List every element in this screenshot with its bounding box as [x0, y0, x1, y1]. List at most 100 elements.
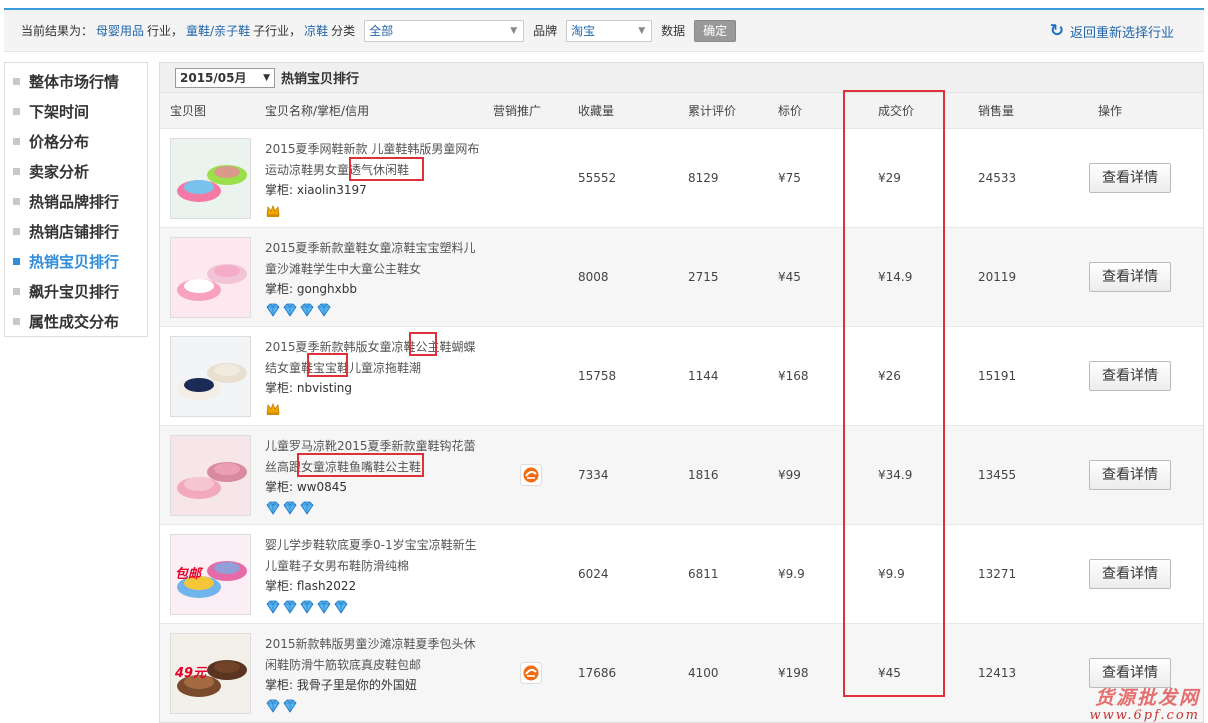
product-thumbnail[interactable]: 包邮	[170, 534, 251, 615]
bullet-icon	[13, 167, 20, 175]
highlight-box	[409, 332, 437, 356]
sidebar-item[interactable]: 飙升宝贝排行	[5, 276, 147, 306]
promo-icon[interactable]	[520, 464, 542, 486]
confirm-button[interactable]: 确定	[694, 19, 737, 42]
watermark-line2: www.6pf.com	[1089, 707, 1200, 723]
favorites-count: 17686	[578, 666, 617, 680]
category-link[interactable]: 凉鞋	[304, 22, 328, 39]
industry-link[interactable]: 母婴用品	[96, 22, 144, 39]
view-detail-button[interactable]: 查看详情	[1089, 658, 1171, 688]
sidebar-item-label: 属性成交分布	[29, 312, 120, 331]
shop-name: ww0845	[296, 480, 348, 494]
sidebar-item[interactable]: 下架时间	[5, 96, 147, 126]
brand-select-value: 淘宝	[571, 24, 596, 38]
sidebar-item[interactable]: 热销品牌排行	[5, 186, 147, 216]
subindustry-link[interactable]: 童鞋/亲子鞋	[186, 22, 250, 39]
sidebar-item[interactable]: 价格分布	[5, 126, 147, 156]
favorites-count: 7334	[578, 468, 609, 482]
highlight-box	[349, 157, 424, 181]
category-select[interactable]: 全部 ▼	[364, 19, 525, 42]
shop-prefix: 掌柜:	[265, 480, 297, 494]
view-detail-button[interactable]: 查看详情	[1089, 262, 1171, 292]
shop-name: gonghxbb	[296, 282, 357, 296]
sidebar-item-label: 整体市场行情	[29, 72, 120, 91]
favorites-count: 15758	[578, 369, 617, 383]
watermark-line1: 货源批发网	[1094, 686, 1200, 709]
product-thumbnail[interactable]	[170, 237, 251, 318]
product-thumbnail[interactable]	[170, 435, 251, 516]
back-link[interactable]: ↻ 返回重新选择行业	[1050, 10, 1174, 52]
table-row: 2015夏季网鞋新款 儿童鞋韩版男童网布运动凉鞋男女童透气休闲鞋 掌柜: xiao…	[160, 129, 1203, 228]
crown-icon	[265, 203, 281, 219]
highlight-deal-price-column	[843, 90, 945, 697]
view-detail-button[interactable]: 查看详情	[1089, 460, 1171, 490]
sidebar-item-label: 飙升宝贝排行	[29, 282, 120, 301]
product-name[interactable]: 2015夏季新款童鞋女童凉鞋宝宝塑料儿童沙滩鞋学生中大童公主鞋女	[265, 238, 485, 280]
sidebar-item[interactable]: 整体市场行情	[5, 66, 147, 96]
shop-owner: 掌柜: gonghxbb	[265, 280, 357, 297]
sales-count: 12413	[978, 666, 1017, 680]
favorites-count: 8008	[578, 270, 609, 284]
diamond-icon	[282, 302, 298, 318]
highlight-box	[307, 353, 348, 377]
shop-name: flash2022	[296, 579, 357, 593]
reviews-count: 1816	[688, 468, 719, 482]
bullet-icon	[13, 227, 20, 235]
view-detail-button[interactable]: 查看详情	[1089, 559, 1171, 589]
category-suffix: 分类	[331, 24, 356, 38]
col-image: 宝贝图	[170, 104, 207, 118]
bullet-icon	[13, 137, 20, 145]
table-row: 2015夏季新款童鞋女童凉鞋宝宝塑料儿童沙滩鞋学生中大童公主鞋女 掌柜: gong…	[160, 228, 1203, 327]
col-sales: 销售量	[978, 104, 1015, 118]
sidebar-item[interactable]: 卖家分析	[5, 156, 147, 186]
product-name[interactable]: 2015夏季新款韩版女童凉鞋公主鞋蝴蝶结女童鞋宝宝鞋儿童凉拖鞋潮	[265, 337, 485, 379]
panel-header: 2015/05月 ▼ 热销宝贝排行	[160, 63, 1203, 93]
category-select-value: 全部	[369, 24, 394, 38]
bullet-icon	[13, 107, 20, 115]
watermark: 货源批发网 www.6pf.com	[1089, 686, 1200, 723]
sidebar-item-label: 热销宝贝排行	[29, 252, 120, 271]
month-select[interactable]: 2015/05月 ▼	[175, 67, 275, 88]
sidebar-item[interactable]: 热销宝贝排行	[5, 246, 147, 276]
shop-prefix: 掌柜:	[265, 282, 297, 296]
bullet-icon	[13, 77, 20, 85]
view-detail-button[interactable]: 查看详情	[1089, 163, 1171, 193]
product-name[interactable]: 婴儿学步鞋软底夏季0-1岁宝宝凉鞋新生儿童鞋子女男布鞋防滑纯棉	[265, 535, 485, 577]
col-promo: 营销推广	[493, 104, 542, 118]
sidebar-item-label: 热销品牌排行	[29, 192, 120, 211]
shop-name: nbvisting	[296, 381, 353, 395]
product-thumbnail[interactable]: 49元	[170, 633, 251, 714]
thumbnail-text: 包邮	[175, 567, 202, 582]
reviews-count: 8129	[688, 171, 719, 185]
month-select-value: 2015/05月	[180, 71, 247, 85]
sidebar-item[interactable]: 热销店铺排行	[5, 216, 147, 246]
chevron-down-icon: ▼	[263, 72, 270, 83]
reviews-count: 1144	[688, 369, 719, 383]
chevron-down-icon: ▼	[638, 25, 646, 36]
subindustry-suffix: 子行业，	[253, 24, 302, 38]
diamond-icon	[265, 698, 281, 714]
col-actions: 操作	[1098, 104, 1123, 118]
diamond-icon	[316, 599, 332, 615]
sidebar-item-label: 热销店铺排行	[29, 222, 120, 241]
shop-owner: 掌柜: 我骨子里是你的外国妞	[265, 676, 417, 693]
product-thumbnail[interactable]	[170, 336, 251, 417]
sidebar: 整体市场行情下架时间 价格分布 卖家分析热销品牌排行 热销店铺排行 热销宝贝排行 飙升宝贝…	[4, 62, 148, 337]
shop-owner: 掌柜: xiaolin3197	[265, 181, 367, 198]
diamond-icon	[282, 698, 298, 714]
list-price: ¥9.9	[778, 567, 805, 581]
panel-title: 热销宝贝排行	[281, 72, 360, 87]
credit-badges	[265, 401, 281, 417]
brand-select[interactable]: 淘宝 ▼	[566, 19, 653, 42]
thumbnail-text: 49元	[175, 666, 207, 681]
brand-label: 品牌	[533, 24, 558, 38]
sales-count: 20119	[978, 270, 1017, 284]
product-thumbnail[interactable]	[170, 138, 251, 219]
promo-icon[interactable]	[520, 662, 542, 684]
sidebar-item[interactable]: 属性成交分布	[5, 306, 147, 336]
list-price: ¥75	[778, 171, 801, 185]
view-detail-button[interactable]: 查看详情	[1089, 361, 1171, 391]
product-name[interactable]: 2015新款韩版男童沙滩凉鞋夏季包头休闲鞋防滑牛筋软底真皮鞋包邮	[265, 634, 485, 676]
filter-prefix: 当前结果为：	[21, 24, 94, 38]
credit-badges	[265, 203, 281, 219]
